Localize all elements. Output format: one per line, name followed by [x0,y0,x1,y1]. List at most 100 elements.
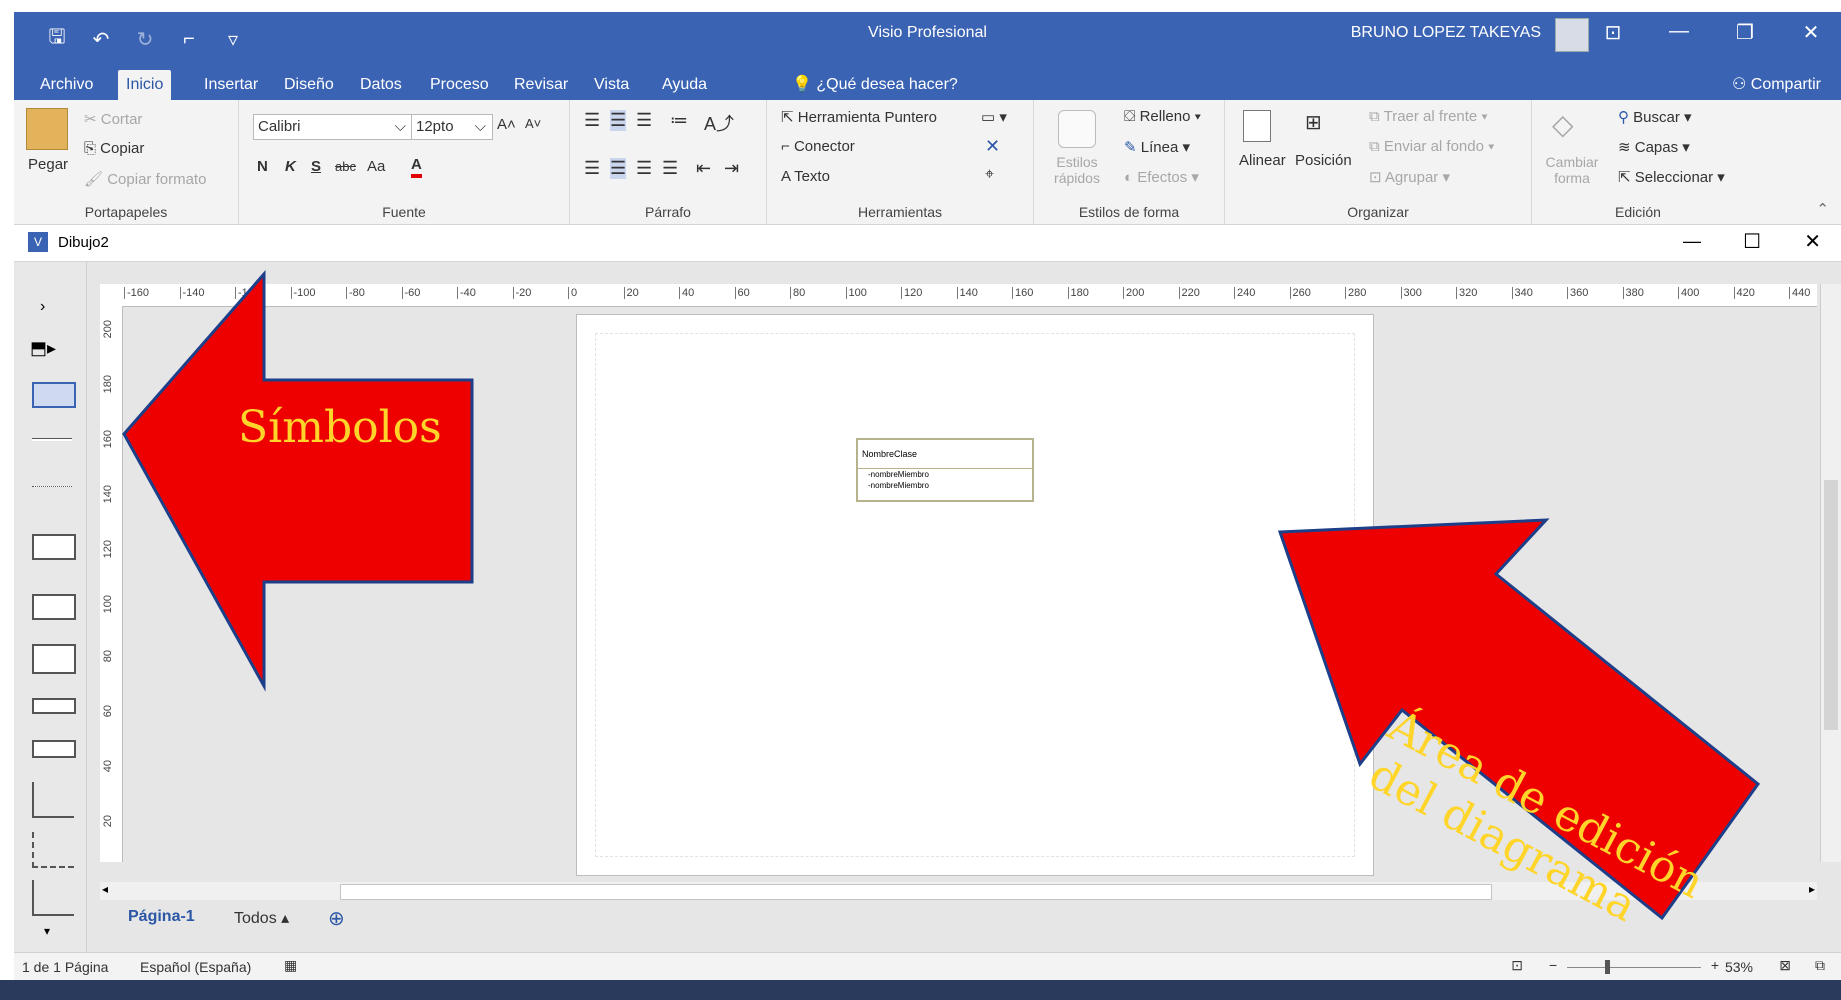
connector-tool-button[interactable]: ⌐ Conector [781,138,855,155]
font-color-button[interactable]: A [411,156,422,178]
align-middle-icon[interactable]: ☰ [610,110,627,131]
language-indicator[interactable]: Español (España) [140,959,251,975]
group-btn-label: Agrupar [1384,169,1439,186]
connector-label: Conector [793,138,855,155]
customize-icon[interactable]: ▿ [220,27,246,52]
doc-close-icon[interactable]: ✕ [1804,229,1821,254]
copy-button[interactable]: ⎘ Copiar [84,140,144,157]
strikethrough-button[interactable]: abc [335,159,356,174]
underline-button[interactable]: S [311,158,321,175]
visio-doc-icon: V [28,232,48,252]
pointer-tool-button[interactable]: ⇱ Herramienta Puntero [781,108,937,126]
quick-styles-button[interactable]: Estilos rápidos [1048,154,1106,186]
layers-button[interactable]: ≋ Capas ▾ [1618,138,1690,156]
change-case-button[interactable]: Aa [367,158,385,175]
fill-button[interactable]: ⛋ Relleno ▾ [1124,108,1201,125]
tab-revisar[interactable]: Revisar [506,70,576,100]
share-button[interactable]: ⚇ Compartir [1732,70,1821,100]
group-button[interactable]: ⊡ Agrupar ▾ [1369,168,1450,186]
tab-archivo[interactable]: Archivo [32,70,101,100]
select-button[interactable]: ⇱ Seleccionar ▾ [1618,168,1725,186]
align-left-icon[interactable]: ☰ [584,158,600,179]
arrange-group: Alinear ⊞ Posición ⧉ Traer al frente ▾ ⧉… [1225,100,1532,224]
group-label: Estilos de forma [1078,204,1180,220]
tab-inicio[interactable]: Inicio [118,70,172,100]
cut-label: Cortar [100,111,143,128]
editing-group: ◇ Cambiar forma ⚲ Buscar ▾ ≋ Capas ▾ ⇱ S… [1532,100,1744,224]
fit-page-icon[interactable]: ⊠ [1779,957,1791,974]
line-button[interactable]: ✎ Línea ▾ [1124,138,1190,156]
bullets-icon[interactable]: ≔ [670,110,688,131]
connection-point-icon[interactable]: ⌖ [985,166,994,184]
bring-front-button[interactable]: ⧉ Traer al frente ▾ [1369,108,1488,125]
paste-icon[interactable] [26,108,68,150]
undo-icon[interactable]: ↶ [88,27,114,52]
quick-styles-icon[interactable] [1058,110,1096,148]
minimize-icon[interactable]: — [1661,20,1697,45]
position-button[interactable]: Posición [1295,152,1352,169]
zoom-track [1567,967,1701,968]
align-top-icon[interactable]: ☰ [584,110,600,131]
paste-button[interactable]: Pegar [28,156,68,173]
rectangle-shape-icon[interactable]: ▭ ▾ [981,108,1007,126]
user-name[interactable]: BRUNO LOPEZ TAKEYAS [1351,24,1541,42]
shrink-font-icon[interactable]: A˅ [525,116,541,131]
font-name-select[interactable]: Calibri ⌵ [253,114,413,140]
grow-font-icon[interactable]: A˄ [497,116,516,133]
align-button[interactable]: Alinear [1239,152,1286,169]
align-right-icon[interactable]: ☰ [636,158,652,179]
find-button[interactable]: ⚲ Buscar ▾ [1618,108,1692,126]
save-icon[interactable]: 🖫 [44,22,70,56]
presentation-mode-icon[interactable]: ⊡ [1511,957,1523,974]
italic-button[interactable]: K [285,158,296,175]
change-shape-button[interactable]: Cambiar forma [1542,154,1602,186]
align-bottom-icon[interactable]: ☰ [636,110,652,131]
doc-maximize-icon[interactable]: ☐ [1743,229,1761,254]
bold-button[interactable]: N [257,158,268,175]
avatar[interactable] [1555,18,1589,52]
zoom-thumb[interactable] [1605,960,1610,974]
doc-minimize-icon[interactable]: — [1683,231,1701,252]
cut-button[interactable]: ✂ Cortar [84,110,142,128]
change-shape-icon[interactable]: ◇ [1552,108,1574,141]
zoom-slider[interactable]: − + [1549,957,1719,977]
tab-insertar[interactable]: Insertar [196,70,266,100]
left-arrow-shape [122,270,474,692]
zoom-out-icon[interactable]: − [1549,957,1557,973]
collapse-ribbon-icon[interactable]: ⌃ [1816,200,1829,218]
ribbon-display-icon[interactable]: ⊡ [1595,20,1631,45]
page-count[interactable]: 1 de 1 Página [22,959,108,975]
macro-record-icon[interactable]: ▦ [284,957,297,974]
justify-icon[interactable]: ☰ [662,158,678,179]
decrease-indent-icon[interactable]: ⇤ [696,158,711,179]
tab-vista[interactable]: Vista [586,70,637,100]
tab-ayuda[interactable]: Ayuda [654,70,715,100]
increase-indent-icon[interactable]: ⇥ [724,158,739,179]
pointer-icon: ⇱ [781,109,798,126]
close-icon[interactable]: ✕ [1793,20,1829,45]
close-x-icon[interactable]: ✕ [985,136,1000,157]
tab-datos[interactable]: Datos [352,70,410,100]
align-shapes-icon[interactable] [1243,110,1271,142]
send-back-button[interactable]: ⧉ Enviar al fondo ▾ [1369,138,1494,155]
zoom-level[interactable]: 53% [1725,959,1753,975]
switch-windows-icon[interactable]: ⧉ [1815,957,1825,974]
group-label: Edición [1615,204,1661,220]
restore-icon[interactable]: ❐ [1727,20,1763,45]
tab-proceso[interactable]: Proceso [422,70,497,100]
text-rotate-icon[interactable]: A⤴ [704,110,734,136]
align-center-icon[interactable]: ☰ [610,158,627,179]
tell-me-box[interactable]: 💡 ¿Qué desea hacer? [792,70,958,100]
format-painter-button[interactable]: 🖌 Copiar formato [84,170,206,188]
tab-diseno[interactable]: Diseño [276,70,342,100]
document-name: Dibujo2 [58,234,109,251]
font-size-select[interactable]: 12pto ⌵ [411,114,493,140]
person-icon: ⚇ [1731,76,1751,93]
zoom-in-icon[interactable]: + [1711,957,1719,973]
connector-icon[interactable]: ⌐ [176,28,202,51]
text-tool-button[interactable]: A Texto [781,168,830,185]
effects-button[interactable]: ◐ Efectos ▾ [1124,168,1199,186]
redo-icon[interactable]: ↻ [132,27,158,52]
cursor-icon: ⇱ [1618,169,1635,186]
position-icon[interactable]: ⊞ [1305,110,1322,135]
